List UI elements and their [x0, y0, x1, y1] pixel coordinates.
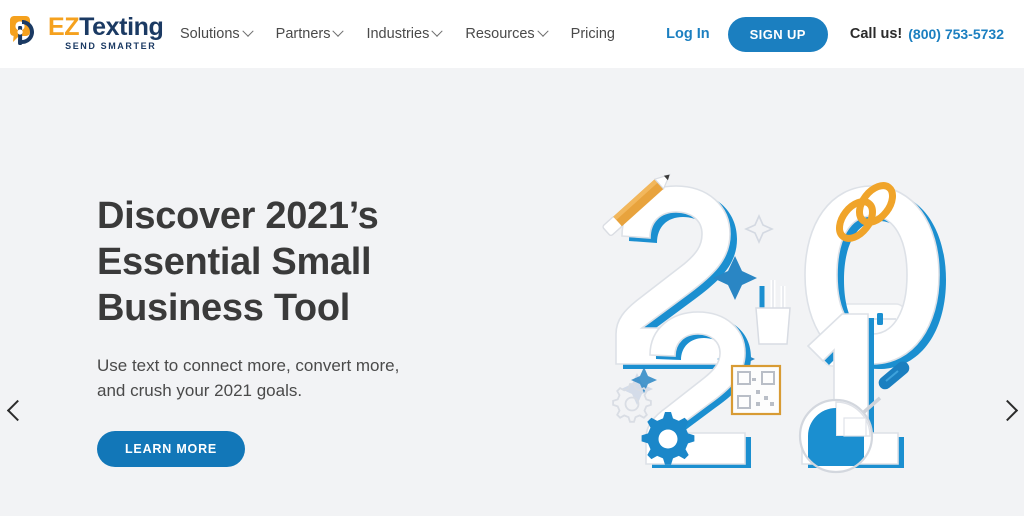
gear-icon [641, 412, 695, 465]
header-actions: Log In SIGN UP Call us! (800) 753-5732 [666, 0, 1004, 68]
qr-code-icon [730, 364, 782, 416]
chevron-left-icon [6, 399, 28, 421]
chevron-down-icon [536, 25, 549, 37]
nav-item-pricing[interactable]: Pricing [571, 26, 615, 42]
chevron-down-icon [332, 25, 345, 37]
logo-text-ez: EZ [48, 13, 80, 41]
nav-label: Pricing [570, 26, 615, 42]
nav-label: Industries [366, 26, 430, 42]
speech-bubble-logo-icon [10, 16, 34, 45]
hero-headline-line-3: Business Tool [97, 287, 350, 329]
chevron-right-icon [996, 399, 1018, 421]
signup-button[interactable]: SIGN UP [727, 16, 828, 52]
nav-item-partners[interactable]: Partners [275, 25, 345, 42]
phone-number-link[interactable]: (800) 753-5732 [908, 26, 1004, 42]
hero-headline: Discover 2021’s Essential Small Business… [97, 193, 527, 331]
nav-label: Partners [275, 26, 331, 42]
hero-subheadline-line-2: and crush your 2021 goals. [97, 381, 303, 400]
nav-item-solutions[interactable]: Solutions [180, 25, 254, 42]
hero-copy: Discover 2021’s Essential Small Business… [97, 193, 527, 467]
main-navigation: Solutions Partners Industries Resources … [180, 0, 615, 68]
chevron-down-icon [431, 25, 444, 37]
carousel-next-button[interactable] [993, 388, 1021, 432]
hero-headline-line-1: Discover 2021’s [97, 195, 379, 237]
nav-label: Resources [465, 26, 535, 42]
carousel-prev-button[interactable] [3, 388, 31, 432]
logo-text-texting: Texting [79, 13, 164, 41]
site-logo[interactable]: EZTexting SEND SMARTER [8, 13, 164, 56]
pencil-cup-icon [755, 280, 791, 345]
learn-more-button[interactable]: LEARN MORE [97, 431, 246, 467]
nav-item-industries[interactable]: Industries [366, 25, 444, 42]
hero-subheadline-line-1: Use text to connect more, convert more, [97, 356, 400, 375]
nav-item-resources[interactable]: Resources [465, 25, 549, 42]
site-header: EZTexting SEND SMARTER Solutions Partner… [0, 0, 1024, 68]
hero-subheadline: Use text to connect more, convert more, … [97, 353, 527, 403]
hero-headline-line-2: Essential Small [97, 241, 372, 283]
star-icon [744, 214, 774, 244]
nav-label: Solutions [180, 26, 240, 42]
call-us-label: Call us! [849, 26, 903, 42]
2021-illustration [602, 173, 946, 474]
login-link[interactable]: Log In [666, 26, 710, 42]
logo-tagline: SEND SMARTER [65, 41, 157, 51]
chevron-down-icon [241, 25, 254, 37]
landing-page: EZTexting SEND SMARTER Solutions Partner… [0, 0, 1024, 516]
hero-carousel-slide: Discover 2021’s Essential Small Business… [0, 68, 1024, 516]
